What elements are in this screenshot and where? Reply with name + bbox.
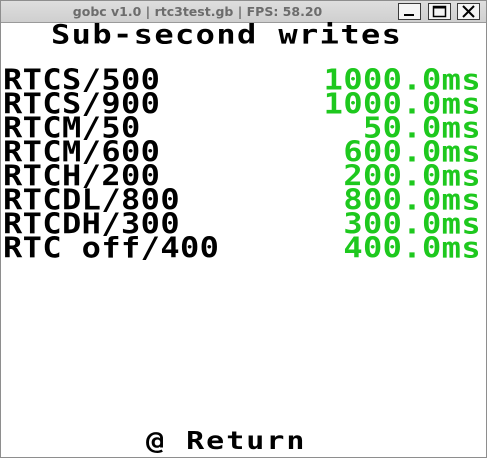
- game-screen[interactable]: Sub-second writes RTCS/500 1000.0ms RTCS…: [1, 18, 486, 457]
- minimize-button[interactable]: [398, 3, 421, 20]
- screen-heading: Sub-second writes: [51, 18, 403, 51]
- minimize-icon: [404, 14, 414, 16]
- return-prompt[interactable]: @ Return: [146, 429, 307, 454]
- close-icon: [462, 5, 475, 18]
- result-label: RTC off/400: [3, 230, 220, 265]
- close-button[interactable]: [457, 3, 480, 20]
- result-row: RTC off/400 400.0ms: [3, 230, 483, 265]
- maximize-icon: [432, 5, 447, 18]
- maximize-button[interactable]: [428, 3, 451, 20]
- window-title: gobc v1.0 | rtc3test.gb | FPS: 58.20: [72, 4, 323, 19]
- result-list: RTCS/500 1000.0ms RTCS/900 1000.0ms RTCM…: [3, 65, 483, 265]
- result-value: 400.0ms: [343, 230, 481, 265]
- emulator-window: gobc v1.0 | rtc3test.gb | FPS: 58.20 Sub…: [0, 0, 487, 458]
